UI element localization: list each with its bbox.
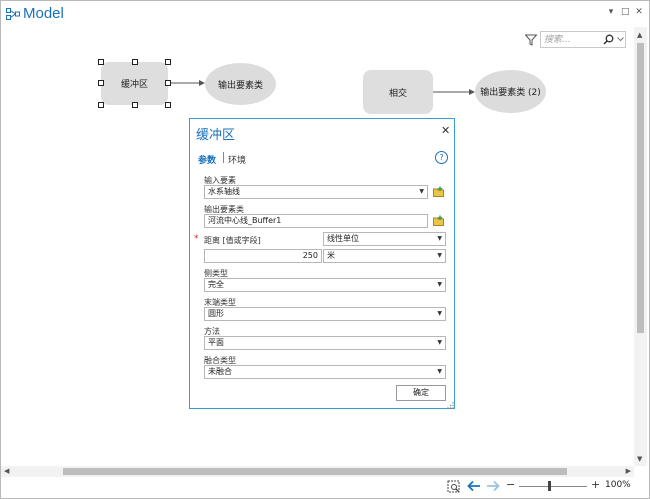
selection-handle[interactable] [98, 80, 104, 86]
zoom-in-icon[interactable]: + [591, 478, 600, 491]
distance-value-input[interactable]: 250 [204, 249, 322, 263]
side-type-select[interactable]: 完全 ▼ [204, 278, 446, 292]
selection-handle[interactable] [165, 102, 171, 108]
distance-unit-value: 米 [327, 251, 335, 260]
chevron-down-icon: ▼ [437, 281, 442, 288]
selection-handle[interactable] [165, 80, 171, 86]
chevron-down-icon: ▼ [437, 235, 442, 242]
scroll-right-icon[interactable]: ▶ [626, 467, 631, 475]
chevron-down-icon: ▼ [437, 252, 442, 259]
distance-mode-select[interactable]: 线性单位 ▼ [323, 232, 446, 246]
tab-parameters[interactable]: 参数 [198, 153, 216, 166]
end-type-select[interactable]: 圆形 ▼ [204, 307, 446, 321]
output-feature-class-node[interactable]: 输出要素类 [205, 63, 276, 105]
chevron-down-icon: ▼ [437, 310, 442, 317]
dissolve-type-select[interactable]: 未融合 ▼ [204, 365, 446, 379]
ok-button[interactable]: 确定 [396, 385, 446, 401]
selection-handle[interactable] [98, 102, 104, 108]
end-type-value: 圆形 [208, 309, 224, 318]
model-builder-icon [6, 8, 20, 20]
required-marker: * [194, 234, 199, 244]
buffer-tool-node[interactable]: 缓冲区 [101, 62, 168, 105]
buffer-dialog: 缓冲区 ✕ 参数 环境 ? 输入要素 水系轴线 ▼ 输出要素类 河流中心线_Bu… [189, 118, 455, 409]
title-bar: Model ▾ □ ✕ [1, 1, 649, 27]
selection-handle[interactable] [165, 59, 171, 65]
zoom-slider-track[interactable] [519, 486, 587, 487]
maximize-icon[interactable]: □ [621, 7, 630, 17]
dissolve-type-value: 未融合 [208, 367, 232, 376]
input-features-select[interactable]: 水系轴线 ▼ [204, 185, 428, 199]
status-bar: − + 100% [1, 477, 649, 498]
fit-to-window-icon[interactable] [447, 480, 460, 493]
chevron-down-icon: ▼ [419, 188, 424, 195]
distance-unit-select[interactable]: 米 ▼ [323, 249, 446, 263]
arrow-right-icon[interactable] [486, 480, 500, 492]
method-value: 平面 [208, 338, 224, 347]
model-window: Model ▾ □ ✕ 缓冲区 [0, 0, 650, 499]
resize-grip-icon[interactable] [447, 402, 454, 409]
browse-folder-icon[interactable] [433, 215, 444, 226]
horizontal-scrollbar[interactable]: ◀ ▶ [1, 466, 634, 477]
help-icon[interactable]: ? [435, 151, 448, 164]
output-feature-class-2-node[interactable]: 输出要素类 (2) [475, 70, 546, 113]
zoom-slider-thumb[interactable] [548, 481, 551, 491]
vertical-scroll-thumb[interactable] [637, 43, 644, 333]
zoom-level: 100% [605, 480, 631, 490]
chevron-down-icon: ▼ [437, 339, 442, 346]
horizontal-scroll-thumb[interactable] [63, 468, 567, 475]
intersect-tool-node[interactable]: 相交 [363, 70, 433, 114]
window-title: Model [23, 5, 64, 22]
close-icon[interactable]: ✕ [441, 124, 450, 137]
vertical-scrollbar[interactable]: ▲ ▼ [634, 27, 647, 466]
arrow-left-icon[interactable] [467, 480, 481, 492]
zoom-out-icon[interactable]: − [506, 478, 515, 491]
method-select[interactable]: 平面 ▼ [204, 336, 446, 350]
selection-handle[interactable] [132, 102, 138, 108]
scroll-down-icon[interactable]: ▼ [637, 455, 642, 463]
scroll-up-icon[interactable]: ▲ [637, 31, 642, 39]
scroll-left-icon[interactable]: ◀ [4, 467, 9, 475]
output-features-input[interactable]: 河流中心线_Buffer1 [204, 214, 428, 228]
selection-handle[interactable] [132, 59, 138, 65]
distance-mode-value: 线性单位 [327, 234, 359, 243]
chevron-down-icon: ▼ [437, 368, 442, 375]
tab-environments[interactable]: 环境 [228, 153, 246, 166]
selection-handle[interactable] [98, 59, 104, 65]
window-controls: ▾ □ ✕ [607, 7, 643, 17]
tab-divider [223, 152, 224, 163]
dialog-title: 缓冲区 [196, 128, 236, 143]
distance-label: 距离 [值或字段] [204, 236, 261, 245]
browse-folder-icon[interactable] [433, 186, 444, 197]
close-icon[interactable]: ✕ [635, 7, 643, 17]
input-features-value: 水系轴线 [208, 187, 240, 196]
dropdown-icon[interactable]: ▾ [607, 7, 615, 17]
side-type-value: 完全 [208, 280, 224, 289]
